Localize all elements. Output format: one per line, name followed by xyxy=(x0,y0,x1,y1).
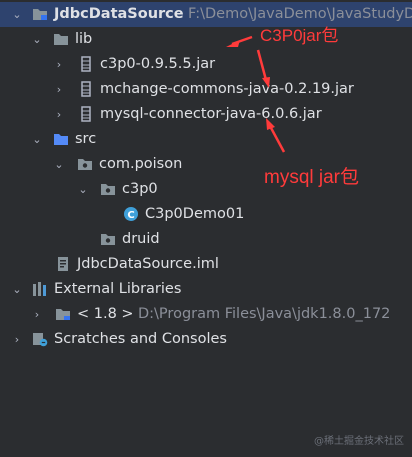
jdk-folder-icon xyxy=(55,306,71,322)
tree-row-jar[interactable]: › c3p0-0.9.5.5.jar xyxy=(0,52,412,77)
chevron-down-icon[interactable]: ⌄ xyxy=(10,2,24,27)
package-icon xyxy=(77,156,93,172)
jar-icon xyxy=(78,81,94,97)
tree-row-jdk[interactable]: › < 1.8 > D:\Program Files\Java\jdk1.8.0… xyxy=(0,302,412,327)
jar-label: mchange-commons-java-0.2.19.jar xyxy=(100,81,354,97)
class-label: C3p0Demo01 xyxy=(145,206,245,222)
annotation-c3p0-jar: C3P0jar包 xyxy=(260,26,339,45)
folder-icon xyxy=(53,31,69,47)
libraries-icon xyxy=(32,281,48,297)
module-folder-icon xyxy=(32,6,48,22)
chevron-right-icon[interactable]: › xyxy=(52,77,66,102)
scratches-label: Scratches and Consoles xyxy=(54,331,227,347)
project-name: JdbcDataSource xyxy=(54,6,184,22)
tree-row-iml[interactable]: JdbcDataSource.iml xyxy=(0,252,412,277)
tree-row-package[interactable]: druid xyxy=(0,227,412,252)
source-folder-icon xyxy=(53,131,69,147)
chevron-down-icon[interactable]: ⌄ xyxy=(10,277,24,302)
annotation-mysql-jar: mysql jar包 xyxy=(264,167,360,188)
iml-label: JdbcDataSource.iml xyxy=(77,256,219,272)
package-label: com.poison xyxy=(99,156,183,172)
lib-label: lib xyxy=(75,31,93,47)
jdk-path: D:\Program Files\Java\jdk1.8.0_172 xyxy=(138,306,391,322)
module-file-icon xyxy=(55,256,71,272)
jar-icon xyxy=(78,56,94,72)
external-libraries-label: External Libraries xyxy=(54,281,182,297)
tree-row-jar[interactable]: › mchange-commons-java-0.2.19.jar xyxy=(0,77,412,102)
package-icon xyxy=(100,181,116,197)
scratches-icon xyxy=(32,331,48,347)
tree-row-jar[interactable]: › mysql-connector-java-6.0.6.jar xyxy=(0,102,412,127)
tree-row-project[interactable]: ⌄ JdbcDataSource F:\Demo\JavaDemo\JavaSt… xyxy=(0,2,412,27)
jar-label: c3p0-0.9.5.5.jar xyxy=(100,56,216,72)
jdk-version: < 1.8 > xyxy=(77,306,134,322)
tree-row-class[interactable]: C C3p0Demo01 xyxy=(0,202,412,227)
chevron-down-icon[interactable]: ⌄ xyxy=(52,152,66,177)
java-class-icon: C xyxy=(123,206,139,222)
jar-label: mysql-connector-java-6.0.6.jar xyxy=(100,106,322,122)
watermark: @稀土掘金技术社区 xyxy=(314,436,404,447)
chevron-down-icon[interactable]: ⌄ xyxy=(30,27,44,52)
chevron-right-icon[interactable]: › xyxy=(10,327,24,352)
tree-row-scratches[interactable]: › Scratches and Consoles xyxy=(0,327,412,352)
package-icon xyxy=(100,231,116,247)
tree-row-src[interactable]: ⌄ src xyxy=(0,127,412,152)
jar-icon xyxy=(78,106,94,122)
chevron-right-icon[interactable]: › xyxy=(52,52,66,77)
src-label: src xyxy=(75,131,97,147)
tree-row-external-libraries[interactable]: ⌄ External Libraries xyxy=(0,277,412,302)
chevron-right-icon[interactable]: › xyxy=(30,302,44,327)
package-label: druid xyxy=(122,231,160,247)
chevron-down-icon[interactable]: ⌄ xyxy=(76,177,90,202)
tree-row-lib[interactable]: ⌄ lib xyxy=(0,27,412,52)
chevron-down-icon[interactable]: ⌄ xyxy=(30,127,44,152)
package-label: c3p0 xyxy=(122,181,158,197)
svg-text:C: C xyxy=(127,210,134,221)
chevron-right-icon[interactable]: › xyxy=(52,102,66,127)
